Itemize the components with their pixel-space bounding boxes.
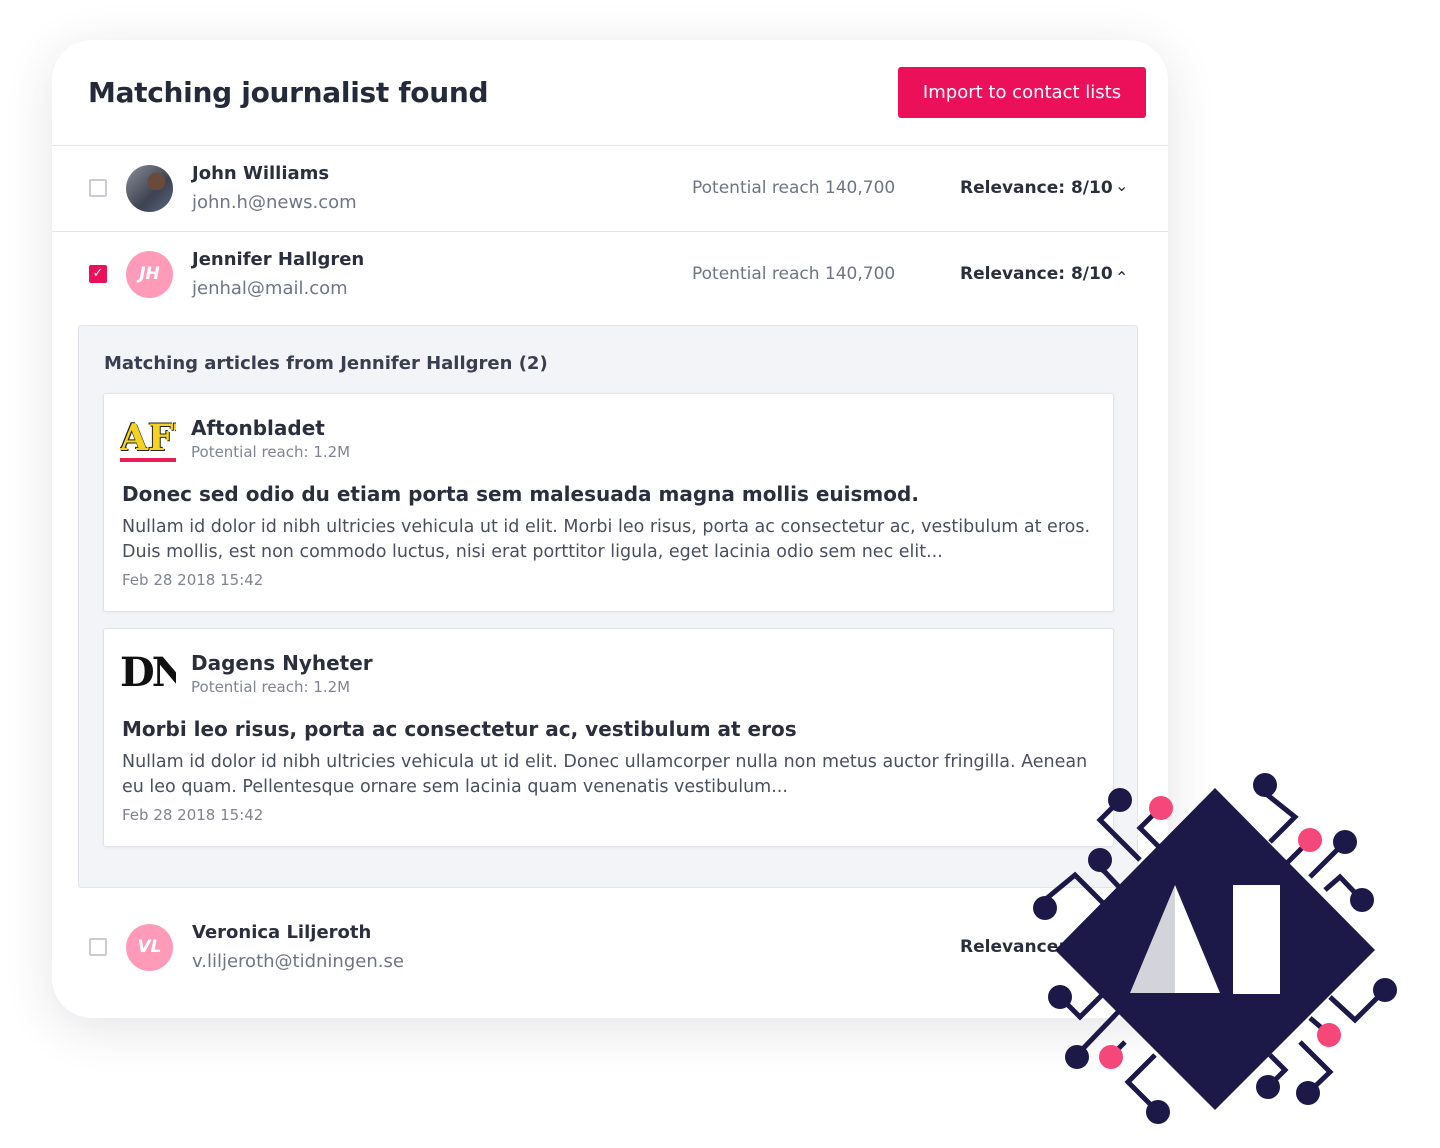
select-checkbox[interactable] bbox=[89, 179, 107, 197]
avatar bbox=[126, 165, 173, 212]
journalist-row[interactable]: ✓ JH Jennifer Hallgren jenhal@mail.com P… bbox=[52, 232, 1168, 325]
journalist-name: Jennifer Hallgren bbox=[192, 249, 365, 270]
select-checkbox[interactable]: ✓ bbox=[89, 265, 107, 283]
chevron-down-icon[interactable]: ⌄ bbox=[1115, 176, 1128, 195]
article-headline[interactable]: Morbi leo risus, porta ac consectetur ac… bbox=[122, 717, 797, 741]
article-date: Feb 28 2018 15:42 bbox=[122, 571, 264, 589]
potential-reach: Potential reach 140,700 bbox=[692, 264, 896, 284]
panel-title: Matching articles from Jennifer Hallgren… bbox=[104, 353, 548, 374]
article-excerpt: Nullam id dolor id nibh ultricies vehicu… bbox=[122, 752, 1088, 797]
journalist-results-card: Matching journalist found Import to cont… bbox=[52, 40, 1168, 1018]
aftonbladet-logo: AFT bbox=[120, 416, 176, 462]
potential-reach: Potential reach 140,700 bbox=[692, 178, 896, 198]
article-date: Feb 28 2018 15:42 bbox=[122, 806, 264, 824]
avatar: JH bbox=[126, 251, 173, 298]
matching-articles-panel: Matching articles from Jennifer Hallgren… bbox=[78, 325, 1138, 888]
source-name: Dagens Nyheter bbox=[191, 651, 373, 675]
dagens-nyheter-logo: DN. bbox=[120, 651, 176, 696]
import-to-contact-lists-button[interactable]: Import to contact lists bbox=[898, 67, 1146, 118]
journalist-row[interactable]: John Williams john.h@news.com Potential … bbox=[52, 146, 1168, 232]
article-excerpt: Nullam id dolor id nibh ultricies vehicu… bbox=[122, 517, 1091, 562]
journalist-email: john.h@news.com bbox=[192, 192, 357, 213]
ai-chip-logo bbox=[1033, 773, 1397, 1124]
journalist-email: jenhal@mail.com bbox=[192, 278, 348, 299]
source-name: Aftonbladet bbox=[191, 416, 325, 440]
article-headline[interactable]: Donec sed odio du etiam porta sem malesu… bbox=[122, 482, 919, 506]
avatar: VL bbox=[126, 924, 173, 971]
journalist-row[interactable]: VL Veronica Liljeroth v.liljeroth@tidnin… bbox=[52, 905, 1168, 991]
source-reach: Potential reach: 1.2M bbox=[191, 443, 351, 461]
relevance: Relevance: 8/10 bbox=[960, 264, 1113, 284]
article-card[interactable]: DN. Dagens Nyheter Potential reach: 1.2M… bbox=[103, 628, 1114, 847]
select-checkbox[interactable] bbox=[89, 938, 107, 956]
article-card[interactable]: AFT Aftonbladet Potential reach: 1.2M Do… bbox=[103, 393, 1114, 612]
card-header: Matching journalist found Import to cont… bbox=[52, 40, 1168, 146]
page-title: Matching journalist found bbox=[88, 76, 489, 109]
source-reach: Potential reach: 1.2M bbox=[191, 678, 351, 696]
journalist-name: John Williams bbox=[192, 163, 330, 184]
relevance: Relevance: 8/10 bbox=[960, 178, 1113, 198]
journalist-name: Veronica Liljeroth bbox=[192, 922, 372, 943]
checkmark-icon: ✓ bbox=[92, 266, 104, 281]
chevron-up-icon[interactable]: ⌃ bbox=[1115, 268, 1128, 287]
journalist-email: v.liljeroth@tidningen.se bbox=[192, 951, 404, 972]
